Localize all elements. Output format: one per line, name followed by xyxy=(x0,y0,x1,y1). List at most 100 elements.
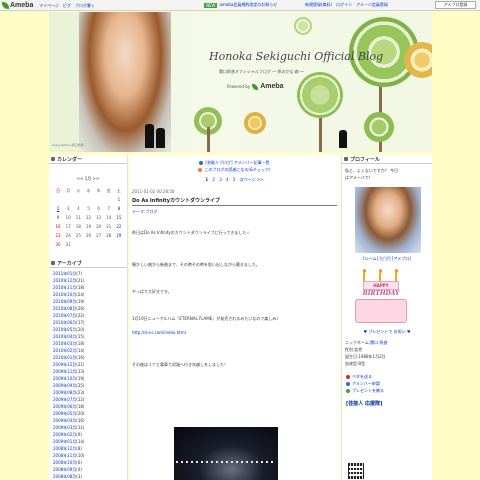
main-content: [芸能人ブログ] アメンバー記事一覧 このブログの読者になる(&チェック) 1 … xyxy=(129,155,340,480)
archive-item[interactable]: 2009年09月(25) xyxy=(53,382,123,389)
archive-item[interactable]: 2010年01月(16) xyxy=(53,354,123,361)
calendar-day xyxy=(73,240,83,249)
birthday-cake-image[interactable]: HAPPY BIRTHDAY xyxy=(349,269,413,327)
pager-next[interactable]: 次ページ >> xyxy=(240,177,264,182)
archive-item[interactable]: 2009年10月(19) xyxy=(53,375,123,382)
calendar-day xyxy=(53,195,63,204)
register-link[interactable]: アメーバ会員登録 xyxy=(356,2,388,8)
calendar-day: 25 xyxy=(75,233,81,238)
ameba-logo[interactable]: Ameba xyxy=(2,1,33,10)
signup-link[interactable]: 新規登録(無料) xyxy=(305,2,332,8)
member-request-link[interactable]: アメンバー申請 xyxy=(346,380,428,387)
calendar-day: 20 xyxy=(96,224,102,229)
archive-item[interactable]: 2010年10月(24) xyxy=(53,291,123,298)
archive-item[interactable]: 2008年08月(3) xyxy=(53,473,123,480)
top-nav-pigg[interactable]: ピグ xyxy=(63,3,71,9)
archive-item[interactable]: 2009年02月(9) xyxy=(53,431,123,438)
archive-item[interactable]: 2010年06月(17) xyxy=(53,319,123,326)
archive-item[interactable]: 2011年01月(7) xyxy=(53,270,123,277)
follow-blog-button[interactable]: アメブロ登録 xyxy=(435,1,476,9)
entry-night-photo[interactable] xyxy=(174,427,278,480)
archive-month: 2009年09月 xyxy=(53,383,77,388)
entry-title[interactable]: Do As Infinityカウントダウンライブ xyxy=(132,197,337,206)
entry-paragraph: やっぱり大好きです。 xyxy=(132,289,172,294)
calendar-day xyxy=(94,240,104,249)
archive-month: 2009年03月 xyxy=(53,425,77,430)
archive-item[interactable]: 2010年09月(19) xyxy=(53,298,123,305)
archive-count: (18) xyxy=(76,341,85,346)
login-link[interactable]: ログイン xyxy=(336,2,352,8)
present-link[interactable]: ♥ プレゼントで お祝い ♥ xyxy=(342,329,432,335)
archive-month: 2009年11月 xyxy=(53,369,77,374)
archive-item[interactable]: 2009年01月(14) xyxy=(53,438,123,445)
archive-count: (21) xyxy=(76,278,85,283)
archive-item[interactable]: 2008年11月(10) xyxy=(53,452,123,459)
archive-item[interactable]: 2009年05月(20) xyxy=(53,410,123,417)
archive-count: (25) xyxy=(76,383,85,388)
archive-item[interactable]: 2008年10月(6) xyxy=(53,459,123,466)
become-reader-link[interactable]: このブログの読者になる(&チェック) xyxy=(204,167,270,172)
top-nav-write-blog[interactable]: ブログ書く xyxy=(75,3,95,9)
send-present-link[interactable]: プレゼントを贈る xyxy=(346,387,428,394)
profile-message: 私と、よくないですか？ 今日 xyxy=(345,168,398,173)
calendar-day: 7 xyxy=(107,206,111,211)
ameba-logo-text: Ameba xyxy=(10,2,34,9)
archive-month: 2009年12月 xyxy=(53,362,77,367)
calendar-grid: 日 月 火 水 木 金 土 1 2 3 4 5 6 7 8 9 10 11 12… xyxy=(53,186,124,249)
archive-item[interactable]: 2009年11月(13) xyxy=(53,368,123,375)
archive-count: (8) xyxy=(76,446,82,451)
archive-item[interactable]: 2010年07月(22) xyxy=(53,312,123,319)
peta-icon xyxy=(346,374,350,379)
archive-count: (9) xyxy=(76,432,82,437)
fan-club-heading[interactable]: [芸能人 応援隊] xyxy=(346,400,432,407)
top-nav-mypage[interactable]: マイページ xyxy=(39,3,59,9)
pager-page-2[interactable]: 2 xyxy=(212,177,215,182)
pager-page-4[interactable]: 4 xyxy=(226,177,229,182)
member-entries-link[interactable]: [芸能人ブログ] アメンバー記事一覧 xyxy=(205,160,269,165)
entry-external-link[interactable]: http://d-a-i.com/index.html xyxy=(132,330,186,335)
archive-item[interactable]: 2010年04月(15) xyxy=(53,333,123,340)
send-peta-link[interactable]: ペタを送る xyxy=(346,373,428,380)
profile-photo[interactable] xyxy=(355,187,421,253)
archive-item[interactable]: 2010年02月(14) xyxy=(53,347,123,354)
archive-month: 2008年09月 xyxy=(53,467,77,472)
calendar-day: 6 xyxy=(97,206,100,211)
calendar-day: 1 xyxy=(117,197,121,202)
archive-count: (26) xyxy=(76,306,85,311)
archive-month: 2009年04月 xyxy=(53,418,77,423)
archive-item[interactable]: 2009年04月(16) xyxy=(53,417,123,424)
archive-item[interactable]: 2010年03月(18) xyxy=(53,340,123,347)
nickname-value[interactable]: 関口 帆香 xyxy=(370,340,387,345)
archive-month: 2008年08月 xyxy=(53,474,77,479)
archive-item[interactable]: 2010年05月(20) xyxy=(53,326,123,333)
archive-item[interactable]: 2009年07月(12) xyxy=(53,396,123,403)
pager-page-5[interactable]: 5 xyxy=(233,177,236,182)
pager-page-3[interactable]: 3 xyxy=(219,177,222,182)
calendar-month-nav[interactable]: << 1月 >> xyxy=(49,176,127,182)
archive-item[interactable]: 2010年08月(26) xyxy=(53,305,123,312)
terms-notice-link[interactable]: ameba会員規約改定のお知らせ xyxy=(219,2,277,8)
archive-month: 2010年08月 xyxy=(53,306,77,311)
gender-label: 性別: xyxy=(345,347,355,352)
archive-item[interactable]: 2009年03月(11) xyxy=(53,424,123,431)
entry-paragraph: 1月19日ニューアルバム『ETERNAL FLAME』が発売されるみたいなので楽… xyxy=(132,316,279,321)
blog-header[interactable]: Copyright(c) 関口帆香 Honoka Sekiguchi Offic… xyxy=(49,12,432,152)
archive-item[interactable]: 2009年12月(21) xyxy=(53,361,123,368)
calendar-day xyxy=(104,195,114,204)
archive-item[interactable]: 2010年12月(21) xyxy=(53,277,123,284)
archive-count: (15) xyxy=(76,334,85,339)
calendar-day: 3 xyxy=(66,206,70,211)
calendar-day xyxy=(83,240,93,249)
archive-item[interactable]: 2009年08月(23) xyxy=(53,389,123,396)
calendar-day-link[interactable]: 2 xyxy=(53,204,63,213)
archive-item[interactable]: 2009年06月(18) xyxy=(53,403,123,410)
profile-links[interactable]: [ルーム] [ピグ] [アメブロ] xyxy=(342,256,432,262)
archive-month: 2009年07月 xyxy=(53,397,77,402)
archive-month: 2010年10月 xyxy=(53,292,77,297)
cake-birthday-text: BIRTHDAY xyxy=(362,290,400,297)
calendar-day: 15 xyxy=(116,215,122,220)
archive-item[interactable]: 2008年12月(8) xyxy=(53,445,123,452)
entry-paragraph: 昨日はDo As Infinityのカウントダウンライブに行ってきました☆ xyxy=(132,230,250,235)
archive-item[interactable]: 2008年09月(4) xyxy=(53,466,123,473)
archive-item[interactable]: 2010年11月(18) xyxy=(53,284,123,291)
